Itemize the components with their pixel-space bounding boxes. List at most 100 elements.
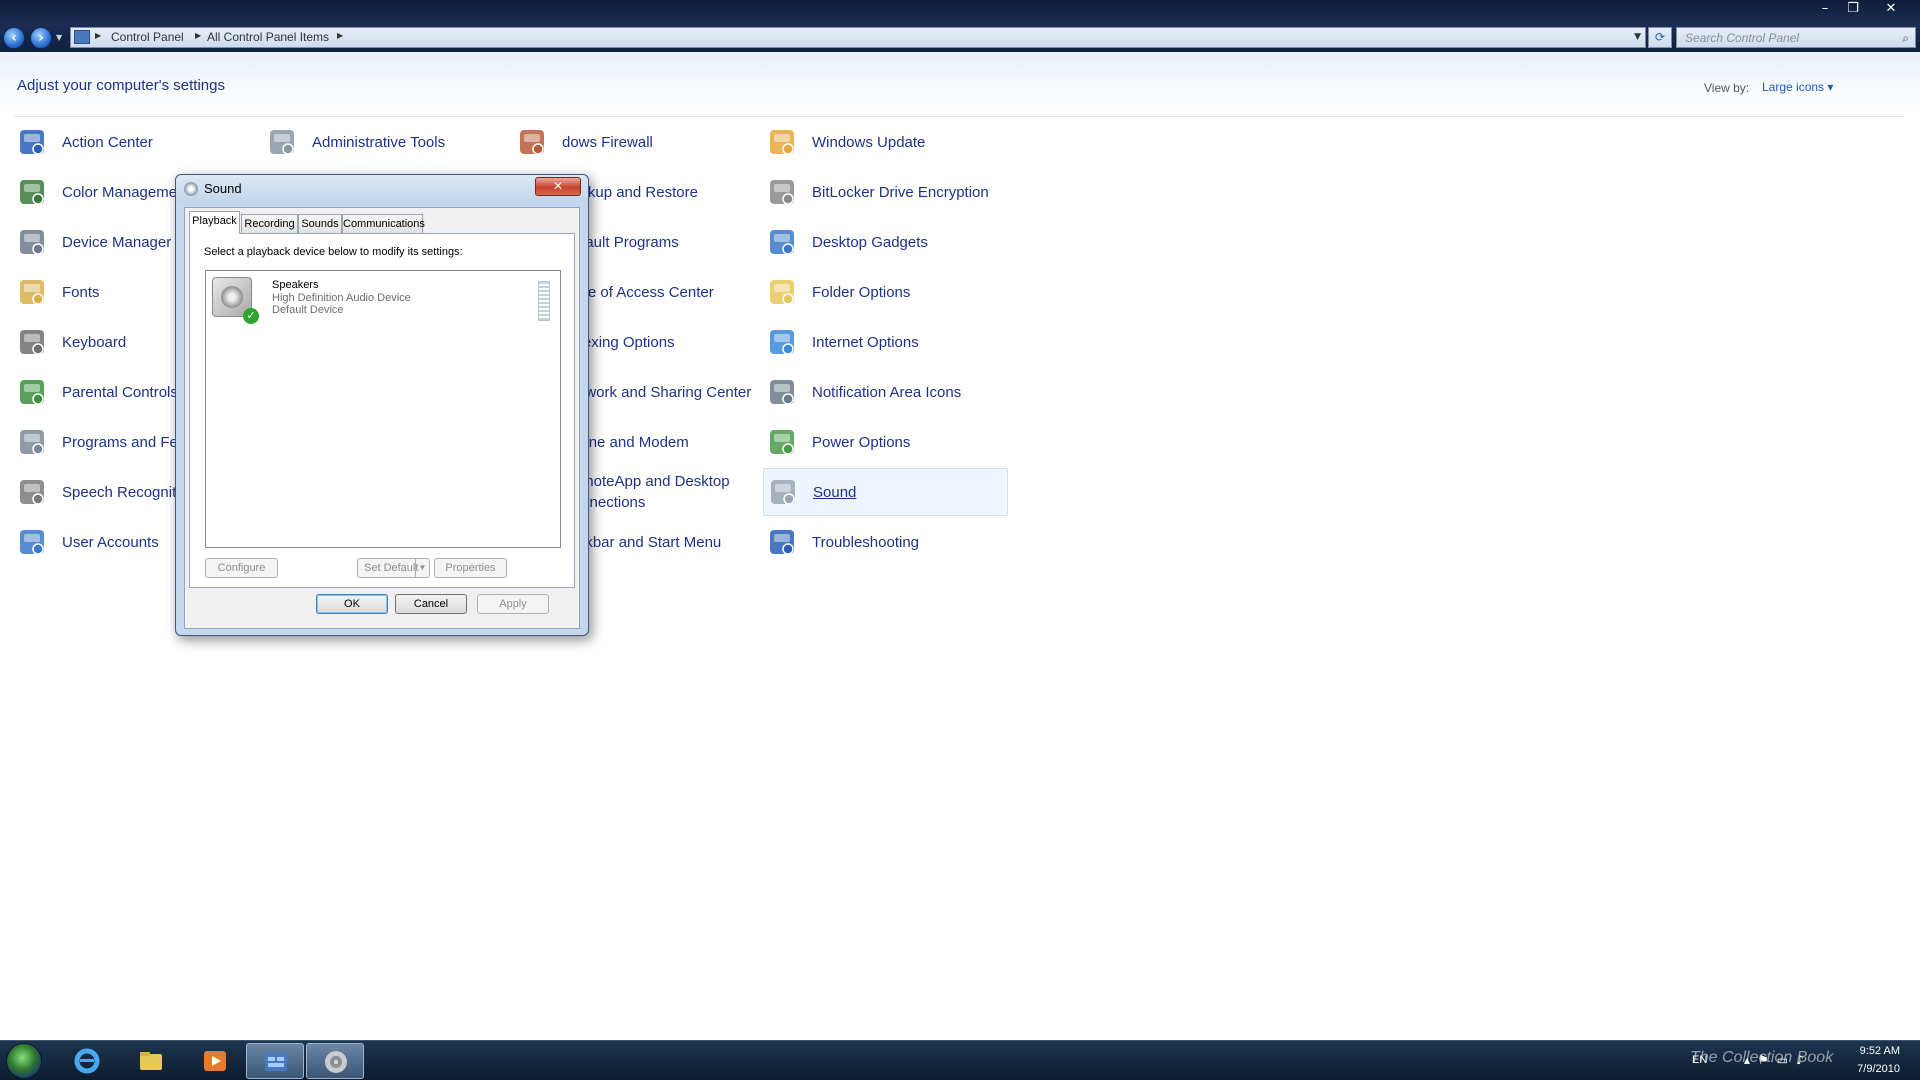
cp-item-label: Internet Options	[812, 333, 919, 351]
cp-item-desktop-gadgets[interactable]: Desktop Gadgets	[763, 218, 1008, 266]
breadcrumb-separator-icon[interactable]: ▶	[195, 31, 201, 40]
cp-item-troubleshooting[interactable]: Troubleshooting	[763, 518, 1008, 566]
speaker-cone-icon	[221, 286, 243, 308]
view-by-dropdown[interactable]: Large icons ▾	[1762, 80, 1833, 94]
cp-item-label: RemoteApp and Desktop Connections	[562, 473, 730, 511]
cp-item-administrative-tools[interactable]: Administrative Tools	[263, 118, 508, 166]
chevron-down-icon[interactable]: ▼	[415, 559, 429, 577]
taskbar-media-player[interactable]	[186, 1043, 244, 1079]
playback-tab-panel: Select a playback device below to modify…	[189, 233, 575, 588]
device-manager-icon	[20, 230, 44, 255]
cp-item-action-center[interactable]: Action Center	[13, 118, 258, 166]
device-description: High Definition Audio Device	[272, 292, 411, 304]
cp-item-label: Troubleshooting	[812, 533, 920, 551]
control-panel-icon	[265, 1053, 287, 1071]
internet-icon	[770, 330, 794, 355]
breadcrumb-separator-icon[interactable]: ▶	[337, 31, 343, 40]
cp-item-label: Sound	[813, 483, 857, 501]
navigation-bar: ‹ › ▼ ▶ Control Panel ▶ All Control Pane…	[0, 24, 1920, 52]
breadcrumb-control-panel[interactable]: Control Panel	[111, 30, 184, 44]
device-status: Default Device	[272, 304, 344, 316]
bitlocker-icon	[770, 180, 794, 205]
windows-update-icon	[770, 130, 794, 155]
maximize-button[interactable]: ❐	[1840, 0, 1866, 18]
tab-communications[interactable]: Communications	[342, 214, 425, 233]
cp-item-windows-update[interactable]: Windows Update	[763, 118, 1008, 166]
cp-item-label: User Accounts	[62, 533, 159, 551]
gadgets-icon	[770, 230, 794, 255]
address-dropdown-icon[interactable]: ▼	[1634, 32, 1641, 42]
start-button[interactable]	[6, 1043, 42, 1079]
cp-item-label: Parental Controls	[62, 383, 178, 401]
flag-icon	[20, 130, 44, 155]
refresh-button[interactable]: ⟳	[1648, 27, 1672, 48]
cp-item-power-options[interactable]: Power Options	[763, 418, 1008, 466]
tab-playback[interactable]: Playback	[189, 211, 240, 234]
keyboard-icon	[20, 330, 44, 355]
ok-button[interactable]: OK	[316, 594, 388, 614]
forward-button[interactable]: ›	[30, 27, 52, 49]
address-bar[interactable]: ▶ Control Panel ▶ All Control Panel Item…	[70, 27, 1646, 48]
page-title: Adjust your computer's settings	[17, 77, 225, 94]
admin-tools-icon	[270, 130, 294, 155]
taskbar-internet-explorer[interactable]	[58, 1043, 116, 1079]
dialog-title: Sound	[204, 181, 242, 196]
breadcrumb-all-items[interactable]: All Control Panel Items	[207, 30, 329, 44]
list-item[interactable]: ✓ Speakers High Definition Audio Device …	[208, 273, 558, 324]
cp-item-dows-firewall[interactable]: dows Firewall	[513, 118, 758, 166]
set-default-button[interactable]: Set Default ▼	[357, 558, 430, 578]
back-button[interactable]: ‹	[3, 27, 25, 49]
cancel-button[interactable]: Cancel	[395, 594, 467, 614]
speaker-device-icon: ✓	[212, 277, 259, 324]
close-button[interactable]: ✕	[1868, 0, 1914, 18]
control-panel-icon	[74, 30, 90, 44]
dialog-body: Playback Recording Sounds Communications…	[184, 207, 580, 629]
cp-item-sound[interactable]: Sound	[763, 468, 1008, 516]
cp-item-label: Action Center	[62, 133, 153, 151]
cp-item-label: Administrative Tools	[312, 133, 446, 151]
cp-item-label: Folder Options	[812, 283, 911, 301]
device-list[interactable]: ✓ Speakers High Definition Audio Device …	[205, 270, 561, 548]
cp-item-label: Fonts	[62, 283, 100, 301]
power-icon	[770, 430, 794, 455]
clock-date[interactable]: 7/9/2010	[1840, 1063, 1900, 1075]
speaker-icon	[184, 182, 198, 196]
speaker-icon	[325, 1051, 347, 1073]
tab-recording[interactable]: Recording	[241, 214, 298, 233]
taskbar-sound[interactable]	[306, 1043, 364, 1079]
cp-item-label: Windows Update	[812, 133, 926, 151]
device-name: Speakers	[272, 279, 319, 291]
cp-item-label: Device Manager	[62, 233, 172, 251]
search-icon[interactable]: ⌕	[1902, 31, 1909, 46]
troubleshooting-icon	[770, 530, 794, 555]
recent-pages-dropdown-icon[interactable]: ▼	[56, 33, 62, 42]
dialog-close-button[interactable]: ✕	[535, 177, 581, 196]
firewall-icon	[520, 130, 544, 155]
tray-icons[interactable]: ▴⚑▭♪	[1744, 1053, 1812, 1067]
divider	[14, 116, 1904, 117]
cp-item-folder-options[interactable]: Folder Options	[763, 268, 1008, 316]
cp-item-label: dows Firewall	[562, 133, 653, 151]
breadcrumb-separator-icon[interactable]: ▶	[95, 31, 101, 40]
cp-item-label: BitLocker Drive Encryption	[812, 183, 989, 201]
tab-sounds[interactable]: Sounds	[298, 214, 342, 233]
clock-time[interactable]: 9:52 AM	[1848, 1045, 1900, 1057]
apply-button[interactable]: Apply	[477, 594, 549, 614]
cp-item-label: Desktop Gadgets	[812, 233, 928, 251]
sound-dialog: Sound ✕ Playback Recording Sounds Commun…	[175, 174, 589, 636]
minimize-button[interactable]: –	[1812, 0, 1838, 18]
cp-item-bitlocker-drive-encryption[interactable]: BitLocker Drive Encryption	[763, 168, 1008, 216]
dialog-titlebar[interactable]: Sound ✕	[176, 175, 588, 203]
instruction-text: Select a playback device below to modify…	[204, 246, 463, 258]
search-input[interactable]: Search Control Panel ⌕	[1676, 27, 1916, 48]
volume-level-meter	[538, 281, 550, 321]
cp-item-internet-options[interactable]: Internet Options	[763, 318, 1008, 366]
configure-button[interactable]: Configure	[205, 558, 278, 578]
taskbar-control-panel[interactable]	[246, 1043, 304, 1079]
properties-button[interactable]: Properties	[434, 558, 507, 578]
speaker-icon	[771, 480, 795, 505]
cp-item-notification-area-icons[interactable]: Notification Area Icons	[763, 368, 1008, 416]
taskbar-windows-explorer[interactable]	[122, 1043, 180, 1079]
cp-item-label: Color Management	[62, 183, 190, 201]
taskbar: EN The Collection Book ▴⚑▭♪ 9:52 AM 7/9/…	[0, 1040, 1920, 1080]
